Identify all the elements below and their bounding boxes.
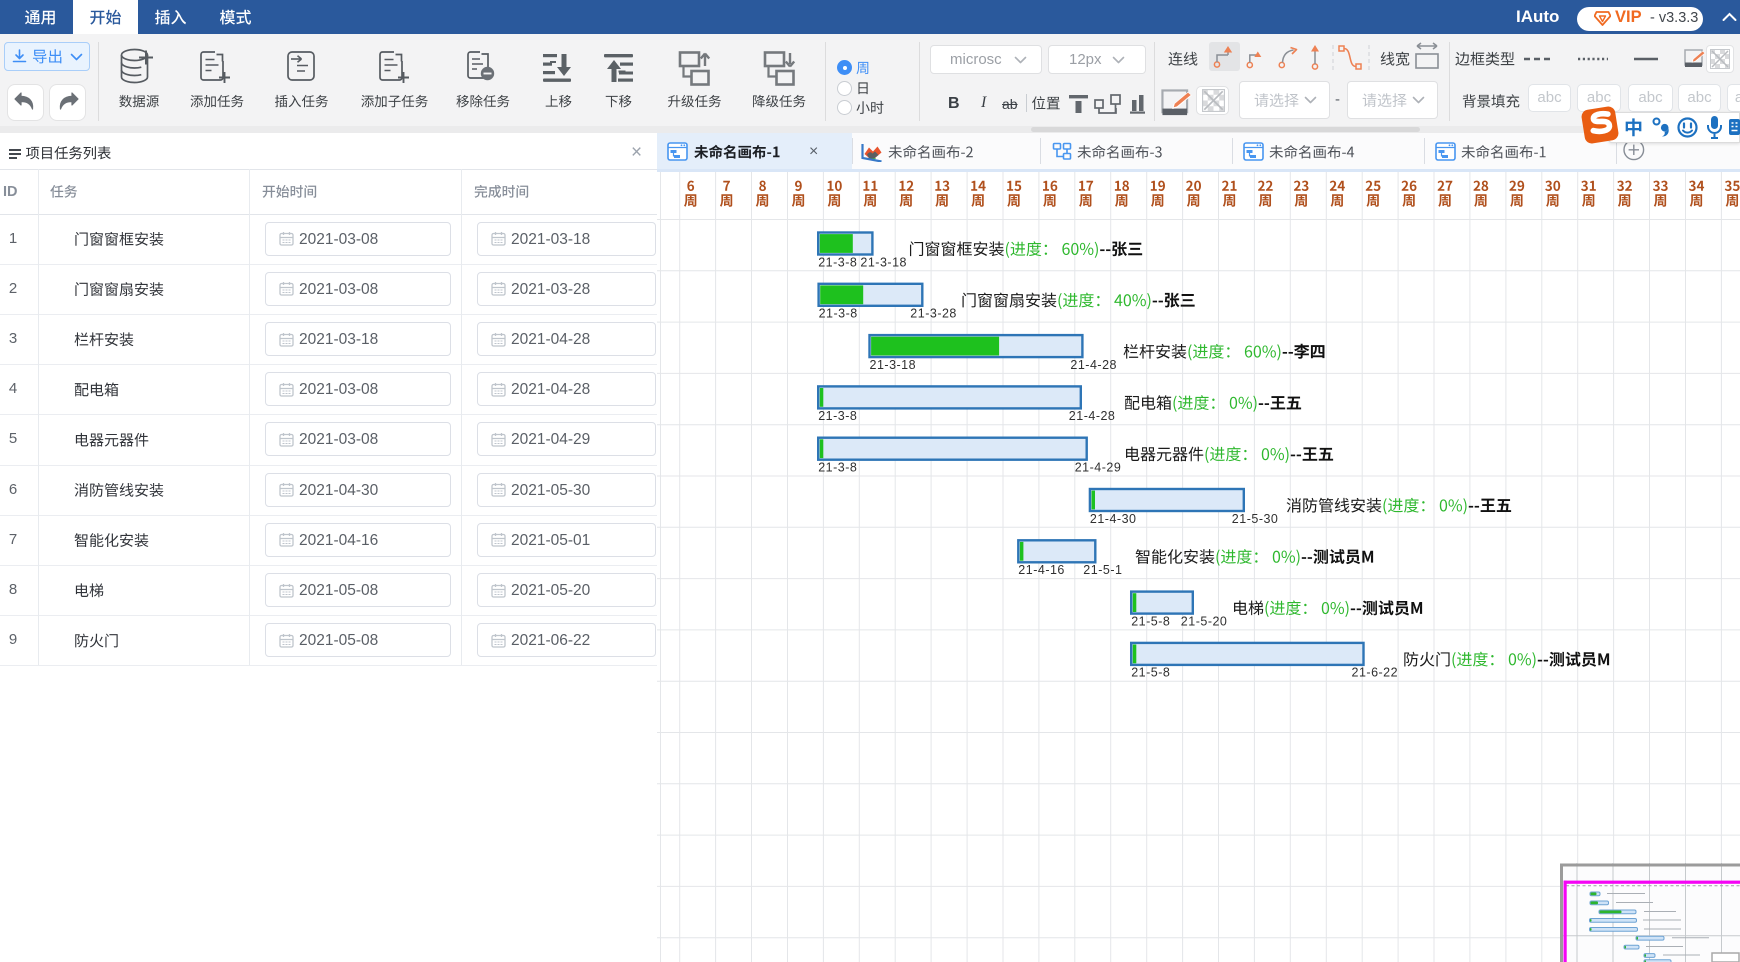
svg-text:21-3-8: 21-3-8 <box>819 307 858 321</box>
svg-text:21-6-22: 21-6-22 <box>1352 666 1399 680</box>
svg-text:21-3-8: 21-3-8 <box>818 255 857 269</box>
svg-text:21-5-1: 21-5-1 <box>1083 563 1122 577</box>
svg-text:21-4-29: 21-4-29 <box>1075 461 1122 475</box>
svg-text:21-5-30: 21-5-30 <box>1232 512 1279 526</box>
svg-text:21-4-30: 21-4-30 <box>1090 512 1137 526</box>
svg-text:21-3-18: 21-3-18 <box>870 358 917 372</box>
svg-text:21-4-28: 21-4-28 <box>1069 409 1116 423</box>
svg-text:21-4-16: 21-4-16 <box>1018 563 1065 577</box>
svg-text:21-3-18: 21-3-18 <box>860 255 907 269</box>
svg-text:21-5-8: 21-5-8 <box>1131 614 1170 628</box>
svg-text:21-3-8: 21-3-8 <box>818 461 857 475</box>
svg-text:21-5-20: 21-5-20 <box>1181 614 1228 628</box>
svg-text:21-4-28: 21-4-28 <box>1070 358 1117 372</box>
svg-text:21-3-8: 21-3-8 <box>818 409 857 423</box>
svg-text:21-5-8: 21-5-8 <box>1131 666 1170 680</box>
svg-text:21-3-28: 21-3-28 <box>910 307 957 321</box>
